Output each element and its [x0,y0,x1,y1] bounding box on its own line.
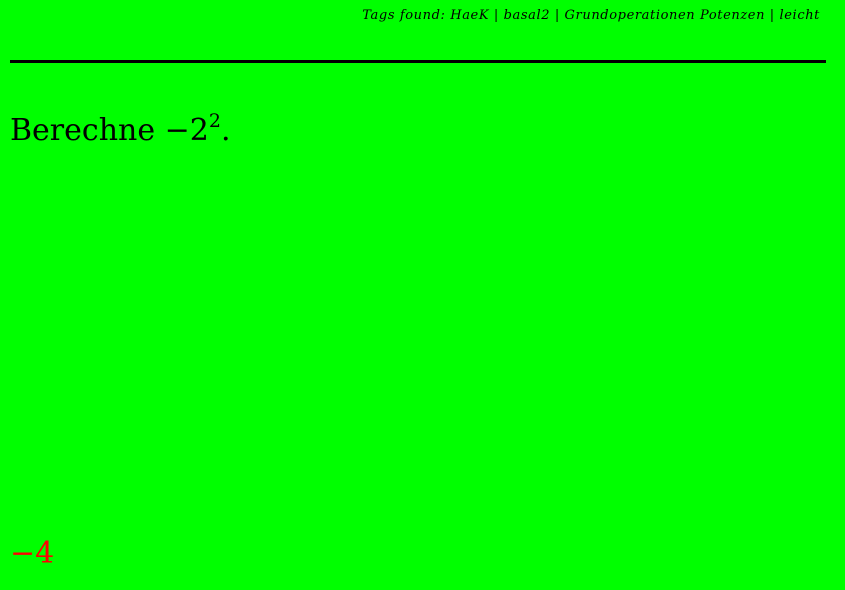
answer-text: −4 [10,536,55,571]
header-divider [10,60,826,63]
question-text: Berechne −22. [10,110,231,149]
power-exponent: 2 [208,110,221,132]
question-suffix: . [220,113,231,148]
card-page: Tags found: HaeK | basal2 | Grundoperati… [0,0,845,590]
question-prefix: Berechne [10,113,165,148]
power-base: −2 [164,113,209,148]
tags-header: Tags found: HaeK | basal2 | Grundoperati… [362,8,820,23]
